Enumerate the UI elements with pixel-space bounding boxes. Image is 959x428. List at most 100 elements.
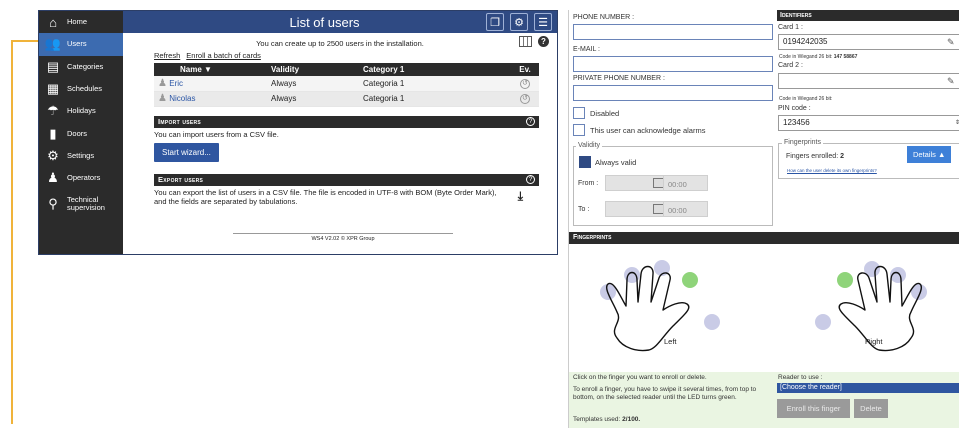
reader-select[interactable]: [Choose the reader] — [777, 383, 959, 393]
help-icon[interactable]: ? — [526, 175, 535, 184]
windows-icon[interactable]: ❐ — [486, 13, 504, 31]
templates-used-value: 2/100. — [622, 416, 641, 423]
sidebar-item-technical-supervision[interactable]: ⚲ Technical supervision — [39, 189, 123, 219]
email-field[interactable] — [573, 56, 773, 72]
always-valid-checkbox[interactable] — [579, 156, 591, 168]
disabled-checkbox[interactable] — [573, 107, 585, 119]
card1-value: 0194242035 — [783, 37, 828, 46]
title-bar: List of users ❐ ⚙ ☰ — [123, 11, 557, 33]
sidebar-item-label: Technical supervision — [67, 195, 105, 213]
sidebar-item-users[interactable]: 👥 Users — [39, 33, 123, 56]
table-row[interactable]: ♟ Eric Always Categoria 1 ↺ — [154, 76, 539, 92]
help-icon[interactable]: ? — [538, 36, 549, 47]
sidebar-item-home[interactable]: ⌂ Home — [39, 11, 123, 33]
refresh-link[interactable]: Refresh — [154, 51, 180, 62]
capacity-row: You can create up to 2500 users in the i… — [123, 33, 557, 51]
user-name-link[interactable]: Eric — [169, 79, 183, 88]
start-wizard-button[interactable]: Start wizard... — [154, 142, 219, 162]
users-table: Name ▼ Validity Category 1 Ev. ♟ Eric Al… — [154, 63, 539, 107]
details-button[interactable]: Details ▲ — [907, 146, 952, 163]
user-icon: ♟ — [158, 77, 167, 89]
users-icon: 👥 — [44, 36, 62, 52]
user-name-link[interactable]: Nicolas — [169, 94, 195, 103]
card1-wiegand-text: Code in Wiegand 26 bit: 147 58867 — [779, 54, 857, 60]
spreadsheet-icon[interactable] — [519, 36, 532, 47]
screenshot-stage: ⌂ Home 👥 Users ▤ Categories ▦ Schedules … — [0, 0, 959, 428]
instruction-text: Click on the finger you want to enroll o… — [573, 374, 707, 381]
home-icon: ⌂ — [49, 14, 57, 30]
column-header-validity[interactable]: Validity — [267, 63, 359, 76]
fingers-enrolled-count: 2 — [840, 153, 844, 160]
import-users-header: Import users ? — [154, 115, 539, 128]
table-row[interactable]: ♟ Nicolas Always Categoria 1 ↺ — [154, 91, 539, 107]
identifiers-header: Identifiers — [777, 10, 959, 21]
sidebar-item-schedules[interactable]: ▦ Schedules — [39, 78, 123, 100]
to-time-value: 00:00 — [668, 206, 687, 215]
enroll-finger-button[interactable]: Enroll this finger — [777, 399, 850, 418]
export-users-title: Export users — [158, 175, 204, 184]
right-thumb[interactable] — [815, 314, 831, 330]
disabled-label: Disabled — [590, 109, 620, 118]
phone-label: PHONE NUMBER : — [573, 14, 635, 21]
sidebar-item-doors[interactable]: ▮ Doors — [39, 122, 123, 144]
sidebar: ⌂ Home 👥 Users ▤ Categories ▦ Schedules … — [39, 11, 123, 254]
sidebar-item-operators[interactable]: ♟ Operators — [39, 167, 123, 189]
left-index-finger[interactable] — [682, 272, 698, 288]
download-icon[interactable]: ⤓ — [518, 189, 523, 204]
hands-svg: Left Right — [600, 260, 927, 352]
from-time-value: 00:00 — [668, 180, 687, 189]
supervision-icon: ⚲ — [48, 196, 58, 212]
gear-icon: ⚙ — [47, 147, 59, 163]
validity-legend: Validity — [576, 142, 603, 149]
enroll-batch-link[interactable]: Enroll a batch of cards — [186, 51, 261, 62]
history-icon[interactable]: ↺ — [520, 78, 530, 89]
categories-icon: ▤ — [46, 58, 60, 74]
fingers-enrolled-prefix: Fingers enrolled: — [786, 153, 839, 160]
sidebar-item-categories[interactable]: ▤ Categories — [39, 56, 123, 78]
delete-finger-button[interactable]: Delete — [854, 399, 888, 418]
export-users-text: You can export the list of users in a CS… — [154, 187, 497, 206]
right-index-finger[interactable] — [837, 272, 853, 288]
always-valid-label: Always valid — [595, 158, 637, 167]
sidebar-item-settings[interactable]: ⚙ Settings — [39, 145, 123, 167]
fingers-enrolled-text: Fingers enrolled: 2 — [786, 153, 844, 160]
pin-field[interactable]: 123456 — [778, 115, 959, 131]
guide-line-vertical — [11, 40, 13, 424]
door-icon: ▮ — [49, 125, 57, 141]
settings-gear-icon[interactable]: ⚙ — [510, 13, 528, 31]
report-icon[interactable]: ☰ — [534, 13, 552, 31]
right-hand-label: Right — [865, 337, 883, 346]
cell-category: Categoria 1 — [359, 91, 511, 107]
card2-label: Card 2 : — [778, 62, 803, 69]
templates-used-text: Templates used: 2/100. — [573, 416, 640, 424]
reader-label: Reader to use : — [778, 374, 823, 381]
operators-icon: ♟ — [47, 170, 59, 186]
card-reader-icon[interactable]: ✎ — [947, 77, 957, 86]
from-label: From : — [578, 180, 599, 187]
column-header-events[interactable]: Ev. — [511, 63, 539, 76]
history-icon[interactable]: ↺ — [520, 94, 530, 104]
delete-fingerprints-help-link[interactable]: How can the user delete its own fingerpr… — [787, 168, 877, 173]
phone-field[interactable] — [573, 24, 773, 40]
user-details-window: PHONE NUMBER : E-MAIL : PRIVATE PHONE NU… — [568, 10, 959, 428]
left-hand-label: Left — [664, 337, 677, 346]
page-title: List of users — [289, 14, 360, 30]
column-header-category[interactable]: Category 1 — [359, 63, 511, 76]
card-reader-icon[interactable]: ✎ — [947, 38, 957, 47]
column-header-name[interactable]: Name ▼ — [154, 63, 267, 76]
acknowledge-alarms-checkbox[interactable] — [573, 124, 585, 136]
enroll-help-text: To enroll a finger, you have to swipe it… — [573, 386, 757, 401]
help-icon[interactable]: ? — [526, 117, 535, 126]
left-thumb[interactable] — [704, 314, 720, 330]
stepper-icon[interactable]: ⇕ — [955, 119, 959, 126]
email-label: E-MAIL : — [573, 46, 600, 53]
sidebar-item-holidays[interactable]: ☂ Holidays — [39, 100, 123, 122]
users-list-window: ⌂ Home 👥 Users ▤ Categories ▦ Schedules … — [38, 10, 558, 255]
holidays-icon: ☂ — [47, 103, 59, 119]
private-phone-field[interactable] — [573, 85, 773, 101]
sidebar-item-label: Categories — [67, 61, 104, 71]
calendar-icon: ▦ — [46, 81, 60, 97]
card1-field[interactable]: 0194242035 — [778, 34, 959, 50]
private-phone-label: PRIVATE PHONE NUMBER : — [573, 75, 665, 82]
card2-field[interactable] — [778, 73, 959, 89]
